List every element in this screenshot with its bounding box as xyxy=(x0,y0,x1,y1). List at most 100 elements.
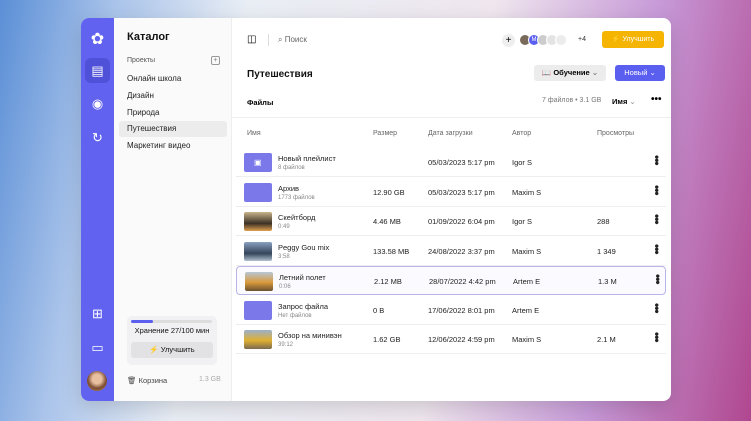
storage-card: Хранение 27/100 мин ⚡ Улучшить xyxy=(127,316,217,365)
file-name[interactable]: Запрос файла xyxy=(278,302,328,311)
file-meta: 0:49 xyxy=(278,224,290,230)
sort-label: Имя xyxy=(612,97,628,106)
upload-date: 05/03/2023 5:17 pm xyxy=(428,158,495,167)
tab-files[interactable]: Файлы xyxy=(247,98,273,107)
file-size: 4.46 MB xyxy=(373,217,401,226)
file-name[interactable]: Новый плейлист xyxy=(278,154,336,163)
author: Igor S xyxy=(512,158,533,167)
sort-dropdown[interactable]: Имя ⌄ xyxy=(612,97,636,106)
row-menu-icon[interactable]: ••• xyxy=(650,155,664,165)
learn-button[interactable]: 📖 Обучение ⌄ xyxy=(534,65,606,81)
nav-rail: ✿ ▤ ◉ ↻ ⊞ ▭ xyxy=(81,18,114,401)
video-thumbnail xyxy=(245,272,273,291)
more-options-icon[interactable]: ••• xyxy=(651,94,662,105)
views: 1.3 M xyxy=(598,277,617,286)
project-item[interactable]: Природа xyxy=(119,105,227,121)
author: Artem E xyxy=(512,305,540,315)
file-name[interactable]: Peggy Gou mix xyxy=(278,243,329,252)
col-header-name[interactable]: Имя xyxy=(247,130,261,137)
new-label: Новый xyxy=(624,68,648,77)
table-row[interactable]: Летний полет 0:06 2.12 MB 28/07/2022 4:4… xyxy=(236,266,666,295)
chat-icon[interactable]: ▭ xyxy=(85,335,110,360)
table-row[interactable]: Архив 1773 файлов 12.90 GB 05/03/2023 5:… xyxy=(236,178,666,207)
storage-progress xyxy=(131,320,212,323)
add-member-button[interactable]: + xyxy=(502,34,515,47)
upgrade-label: Улучшить xyxy=(622,36,655,43)
row-menu-icon[interactable]: ••• xyxy=(650,244,664,254)
col-header-size[interactable]: Размер xyxy=(373,130,397,137)
trash-link[interactable]: 🗑 Корзина 1.3 GB xyxy=(127,376,221,385)
trash-icon: 🗑 xyxy=(127,376,137,385)
file-name[interactable]: Скейтборд xyxy=(278,213,315,222)
file-meta: 39:12 xyxy=(278,342,294,348)
member-avatar[interactable] xyxy=(555,34,567,46)
learn-label: Обучение xyxy=(553,68,590,77)
file-meta: 8 файлов xyxy=(278,165,305,171)
table-row[interactable]: Запрос файла Нет файлов 0 B 17/06/2022 8… xyxy=(236,296,666,325)
views: 1 349 xyxy=(597,246,616,256)
divider xyxy=(268,34,269,46)
row-menu-icon[interactable]: ••• xyxy=(650,332,664,342)
row-menu-icon[interactable]: ••• xyxy=(650,185,664,195)
apps-icon[interactable]: ⊞ xyxy=(85,301,110,326)
folder-icon xyxy=(244,182,272,202)
table-row[interactable]: ▣ Новый плейлист 8 файлов 05/03/2023 5:1… xyxy=(236,148,666,177)
col-header-date[interactable]: Дата загрузки xyxy=(428,130,473,137)
folder-icon: ▣ xyxy=(244,153,272,172)
avatar[interactable] xyxy=(87,371,107,391)
storage-upgrade-button[interactable]: ⚡ Улучшить xyxy=(131,342,213,358)
catalog-title: Каталог xyxy=(127,31,170,43)
new-button[interactable]: Новый ⌄ xyxy=(615,65,665,81)
file-meta: 3:58 xyxy=(278,253,290,260)
upload-date: 24/08/2022 3:37 pm xyxy=(428,246,495,256)
project-item[interactable]: Дизайн xyxy=(119,88,227,104)
upgrade-button[interactable]: ⚡ Улучшить xyxy=(602,31,664,48)
table-row[interactable]: Peggy Gou mix 3:58 133.58 MB 24/08/2022 … xyxy=(236,237,666,266)
upload-date: 05/03/2023 5:17 pm xyxy=(428,187,495,197)
author: Maxim S xyxy=(512,246,542,256)
author: Igor S xyxy=(512,217,533,226)
file-size: 0 B xyxy=(373,305,385,315)
upload-date: 01/09/2022 6:04 pm xyxy=(428,217,495,226)
search-icon: ⌕ xyxy=(278,35,283,44)
col-header-views[interactable]: Просмотры xyxy=(597,130,634,137)
search-input[interactable]: ⌕ Поиск xyxy=(278,35,307,45)
col-header-author[interactable]: Автор xyxy=(512,130,531,137)
file-name[interactable]: Обзор на минивэн xyxy=(278,331,342,340)
author: Artem E xyxy=(513,277,541,286)
table-row[interactable]: Обзор на минивэн 39:12 1.62 GB 12/06/202… xyxy=(236,325,666,354)
refresh-icon[interactable]: ↻ xyxy=(85,125,110,150)
search-placeholder: Поиск xyxy=(284,35,307,44)
file-name[interactable]: Летний полет xyxy=(279,273,326,282)
project-item[interactable]: Маркетинг видео xyxy=(119,138,227,154)
video-thumbnail xyxy=(244,212,272,231)
storage-label: Хранение 27/100 мин xyxy=(134,326,210,335)
add-project-button[interactable]: + xyxy=(211,56,220,65)
upgrade-label: Улучшить xyxy=(160,345,195,354)
row-menu-icon[interactable]: ••• xyxy=(650,214,664,224)
file-size: 133.58 MB xyxy=(373,246,410,256)
sidebar-toggle-icon[interactable]: ◫ xyxy=(247,34,256,45)
project-item-selected[interactable]: Путешествия xyxy=(119,121,227,137)
folder-stack-icon[interactable]: ▤ xyxy=(85,58,110,83)
broadcast-icon[interactable]: ◉ xyxy=(85,91,110,116)
table-row[interactable]: Скейтборд 0:49 4.46 MB 01/09/2022 6:04 p… xyxy=(236,207,666,236)
views: 288 xyxy=(597,217,610,226)
logo-icon[interactable]: ✿ xyxy=(85,26,110,51)
row-menu-icon[interactable]: ••• xyxy=(650,303,664,313)
file-meta: 0:06 xyxy=(279,284,291,290)
video-thumbnail xyxy=(244,241,272,261)
file-meta: Нет файлов xyxy=(278,312,312,319)
divider xyxy=(232,117,671,118)
trash-label: Корзина xyxy=(138,376,168,385)
file-name[interactable]: Архив xyxy=(278,184,299,193)
upload-date: 17/06/2022 8:01 pm xyxy=(428,305,495,315)
row-menu-icon[interactable]: ••• xyxy=(651,274,665,284)
file-meta: 1773 файлов xyxy=(278,194,315,201)
views: 2.1 M xyxy=(597,335,616,344)
files-summary: 7 файлов • 3.1 GB xyxy=(542,97,602,104)
file-size: 1.62 GB xyxy=(373,335,401,344)
author: Maxim S xyxy=(512,335,542,344)
project-item[interactable]: Онлайн школа xyxy=(119,71,227,87)
trash-size: 1.3 GB xyxy=(199,376,221,383)
